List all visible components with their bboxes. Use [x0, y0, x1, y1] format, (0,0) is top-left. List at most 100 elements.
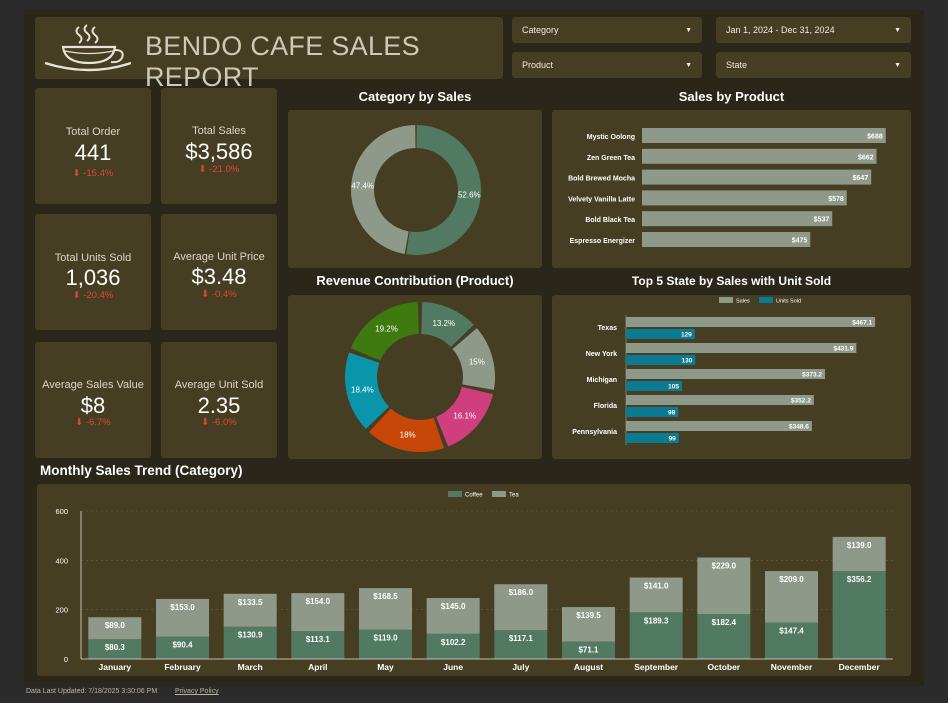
- legend-swatch: [759, 297, 773, 303]
- kpi-value: 1,036: [65, 265, 121, 290]
- category-by-sales-chart: 52.6% 47.4%: [351, 125, 481, 256]
- legend-swatch: [719, 297, 733, 303]
- coffee-value-label: $117.1: [509, 634, 534, 643]
- sales-bar: [626, 421, 812, 431]
- kpi-delta: ⬇ -0.4%: [201, 289, 237, 300]
- legend-label: Sales: [736, 299, 750, 305]
- x-tick-label: January: [99, 662, 132, 672]
- coffee-value-label: $90.4: [172, 641, 193, 650]
- tea-value-label: $89.0: [105, 621, 126, 630]
- y-tick-label: 0: [64, 655, 68, 664]
- coffee-value-label: $80.3: [105, 643, 126, 652]
- coffee-value-label: $147.4: [779, 627, 804, 636]
- kpi-value: 441: [74, 140, 112, 165]
- state-label: Florida: [594, 403, 617, 410]
- product-label: Espresso Energizer: [570, 238, 636, 245]
- bar-value-label: 99: [669, 436, 677, 443]
- product-bar: [642, 148, 877, 164]
- x-tick-label: December: [839, 662, 881, 672]
- category-filter[interactable]: Category ▼: [512, 17, 702, 43]
- x-tick-label: June: [443, 662, 463, 672]
- sales-bar: [626, 395, 814, 405]
- product-filter[interactable]: Product ▼: [512, 52, 702, 78]
- kpi-label: Total Units Sold: [54, 252, 132, 264]
- kpi-value: $8: [80, 393, 106, 418]
- tea-value-label: $229.0: [712, 562, 737, 571]
- product-label: Velvety Vanilla Latte: [568, 196, 635, 203]
- tea-value-label: $133.5: [238, 598, 263, 607]
- slice-label: 47.4%: [351, 182, 374, 191]
- legend-label: Units Sold: [776, 299, 801, 305]
- slice-label: 19.2%: [375, 324, 398, 333]
- kpi-total-units-sold: Total Units Sold 1,036 ⬇ -20.4%: [35, 214, 151, 330]
- revenue-contribution-title: Revenue Contribution (Product): [316, 273, 514, 288]
- kpi-delta: ⬇ -20.4%: [72, 290, 114, 301]
- date-range-picker[interactable]: Jan 1, 2024 - Dec 31, 2024 ▼: [716, 17, 911, 43]
- revenue-contribution-chart: 13.2% 15% 16.1% 18% 18.4% 19.2%: [345, 302, 495, 452]
- category-by-sales-panel: 52.6% 47.4%: [288, 110, 542, 268]
- privacy-policy-link[interactable]: Privacy Policy: [175, 688, 219, 695]
- y-tick-label: 200: [55, 606, 68, 615]
- tea-value-label: $186.0: [509, 588, 534, 597]
- product-bar: [642, 211, 833, 227]
- x-tick-label: March: [238, 662, 263, 672]
- tea-value-label: $168.5: [373, 592, 398, 601]
- slice-label: 52.6%: [458, 190, 481, 199]
- kpi-label: Average Unit Sold: [174, 379, 264, 391]
- product-bar: [642, 232, 811, 247]
- slice-label: 16.1%: [453, 411, 476, 420]
- bar-value-label: 129: [681, 332, 692, 339]
- product-label: Zen Green Tea: [587, 155, 635, 162]
- date-range-label: Jan 1, 2024 - Dec 31, 2024: [726, 25, 835, 35]
- kpi-label: Total Sales: [192, 125, 246, 137]
- x-tick-label: November: [771, 662, 813, 672]
- legend-label: Tea: [509, 493, 519, 499]
- product-label: Mystic Oolong: [587, 134, 635, 141]
- x-tick-label: September: [634, 662, 679, 672]
- x-tick-label: February: [164, 662, 201, 672]
- coffee-bar: [832, 571, 886, 659]
- tea-value-label: $209.0: [779, 575, 804, 584]
- bar-value-label: $475: [792, 238, 808, 245]
- coffee-value-label: $356.2: [847, 575, 872, 584]
- bar-value-label: 105: [668, 384, 679, 391]
- bar-value-label: $373.2: [802, 372, 822, 379]
- state-label: New York: [586, 351, 617, 358]
- x-tick-label: July: [512, 662, 529, 672]
- report-title: BENDO CAFE SALES REPORT: [145, 31, 420, 92]
- slice-label: 18%: [400, 431, 416, 440]
- data-last-updated: Data Last Updated: 7/18/2025 3:30:06 PM: [26, 688, 158, 695]
- coffee-value-label: $71.1: [578, 645, 599, 654]
- bar-value-label: $578: [828, 196, 844, 203]
- top-states-title: Top 5 State by Sales with Unit Sold: [631, 274, 832, 288]
- product-label: Bold Black Tea: [585, 217, 635, 224]
- kpi-delta: ⬇ -15.4%: [72, 168, 114, 179]
- bar-value-label: $431.9: [833, 346, 853, 353]
- chevron-down-icon: ▼: [685, 26, 692, 34]
- kpi-total-sales: Total Sales $3,586 ⬇ -21.0%: [161, 88, 277, 204]
- sales-by-product-panel: Mystic Oolong $688 Zen Green Tea $662 Bold B…: [552, 110, 911, 268]
- monthly-trend-chart: Coffee Tea 0 200 400 600 $80.3 $89.0 January $90.…: [55, 491, 893, 672]
- bar-value-label: $352.2: [791, 398, 811, 405]
- bar-value-label: $688: [867, 134, 883, 141]
- tea-value-label: $141.0: [644, 582, 669, 591]
- kpi-label: Average Unit Price: [173, 251, 265, 263]
- chevron-down-icon: ▼: [894, 61, 901, 69]
- slice-label: 15%: [469, 357, 485, 366]
- legend-swatch: [492, 491, 506, 497]
- kpi-label: Average Sales Value: [42, 379, 144, 391]
- state-label: Michigan: [587, 377, 617, 384]
- report-header: BENDO CAFE SALES REPORT: [35, 17, 503, 92]
- state-filter[interactable]: State ▼: [716, 52, 911, 78]
- slice-label: 18.4%: [351, 386, 374, 395]
- coffee-value-label: $113.1: [306, 635, 331, 644]
- kpi-average-unit-price: Average Unit Price $3.48 ⬇ -0.4%: [161, 214, 277, 330]
- monthly-trend-title: Monthly Sales Trend (Category): [40, 463, 243, 478]
- kpi-value: $3,586: [185, 139, 253, 164]
- sales-by-product-title: Sales by Product: [678, 89, 785, 104]
- slice-label: 13.2%: [432, 319, 455, 328]
- sales-by-product-chart: Mystic Oolong $688 Zen Green Tea $662 Bold B…: [568, 128, 886, 247]
- bar-value-label: 130: [681, 358, 692, 365]
- kpi-average-sales-value: Average Sales Value $8 ⬇ -6.7%: [35, 342, 151, 458]
- chevron-down-icon: ▼: [685, 61, 692, 69]
